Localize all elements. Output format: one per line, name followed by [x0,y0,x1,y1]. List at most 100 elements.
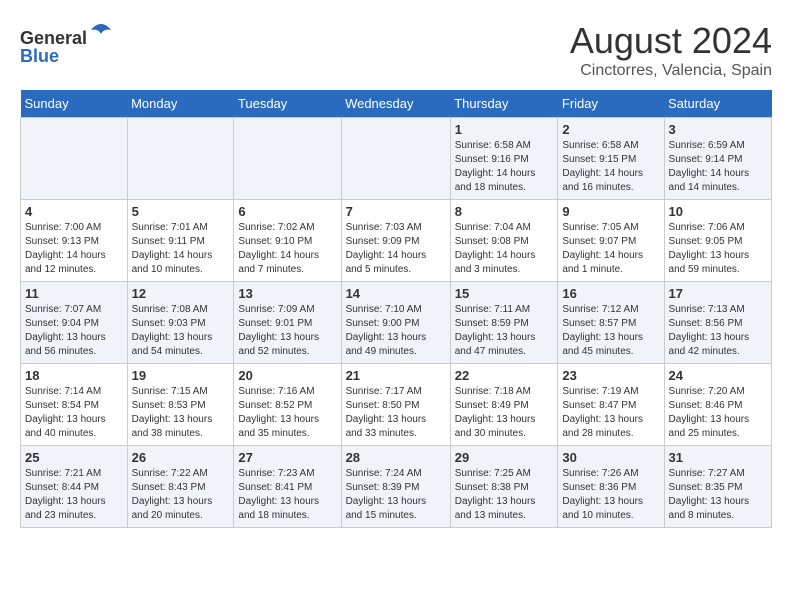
calendar-cell: 25Sunrise: 7:21 AM Sunset: 8:44 PM Dayli… [21,446,128,528]
day-number: 13 [238,286,336,301]
logo: General Blue [20,20,113,67]
day-number: 26 [132,450,230,465]
calendar-cell: 24 Sunrise: 7:20 AM Sunset: 8:46 PM Dayli… [664,364,771,446]
weekday-header-wednesday: Wednesday [341,90,450,118]
day-info: Sunrise: 7:18 AM Sunset: 8:49 PM Dayligh… [455,385,554,441]
day-number: 23 [562,368,659,383]
day-info: Sunrise: 7:15 AM Sunset: 8:53 PM Dayligh… [132,385,230,441]
calendar-cell: 20 Sunrise: 7:16 AM Sunset: 8:52 PM Dayli… [234,364,341,446]
calendar-cell [127,118,234,200]
weekday-header-sunday: Sunday [21,90,128,118]
day-info: Sunrise: 7:13 AM Sunset: 8:56 PM Dayligh… [669,303,767,359]
day-number: 19 [132,368,230,383]
calendar-cell: 22 Sunrise: 7:18 AM Sunset: 8:49 PM Dayli… [450,364,558,446]
day-number: 17 [669,286,767,301]
day-number: 21 [346,368,446,383]
day-info: Sunrise: 7:00 AM Sunset: 9:13 PM Dayligh… [25,221,123,277]
calendar-cell [341,118,450,200]
day-info: Sunrise: 7:11 AM Sunset: 8:59 PM Dayligh… [455,303,554,359]
day-info: Sunrise: 7:19 AM Sunset: 8:47 PM Dayligh… [562,385,659,441]
week-row-3: 11Sunrise: 7:07 AM Sunset: 9:04 PM Dayli… [21,282,772,364]
calendar-cell: 18 Sunrise: 7:14 AM Sunset: 8:54 PM Dayli… [21,364,128,446]
calendar-cell: 5 Sunrise: 7:01 AM Sunset: 9:11 PM Daylig… [127,200,234,282]
calendar-cell: 13Sunrise: 7:09 AM Sunset: 9:01 PM Dayli… [234,282,341,364]
day-info: Sunrise: 6:58 AM Sunset: 9:15 PM Dayligh… [562,139,659,195]
location: Cinctorres, Valencia, Spain [570,62,772,80]
day-info: Sunrise: 6:58 AM Sunset: 9:16 PM Dayligh… [455,139,554,195]
calendar-cell: 17 Sunrise: 7:13 AM Sunset: 8:56 PM Dayli… [664,282,771,364]
day-info: Sunrise: 7:06 AM Sunset: 9:05 PM Dayligh… [669,221,767,277]
day-info: Sunrise: 6:59 AM Sunset: 9:14 PM Dayligh… [669,139,767,195]
weekday-header-monday: Monday [127,90,234,118]
day-info: Sunrise: 7:16 AM Sunset: 8:52 PM Dayligh… [238,385,336,441]
weekday-header-saturday: Saturday [664,90,771,118]
day-number: 7 [346,204,446,219]
calendar-table: SundayMondayTuesdayWednesdayThursdayFrid… [20,90,772,528]
day-info: Sunrise: 7:25 AM Sunset: 8:38 PM Dayligh… [455,467,554,523]
calendar-cell: 14Sunrise: 7:10 AM Sunset: 9:00 PM Dayli… [341,282,450,364]
calendar-cell: 2 Sunrise: 6:58 AM Sunset: 9:15 PM Daylig… [558,118,664,200]
day-number: 22 [455,368,554,383]
day-info: Sunrise: 7:03 AM Sunset: 9:09 PM Dayligh… [346,221,446,277]
calendar-cell: 19 Sunrise: 7:15 AM Sunset: 8:53 PM Dayli… [127,364,234,446]
calendar-cell: 23 Sunrise: 7:19 AM Sunset: 8:47 PM Dayli… [558,364,664,446]
week-row-1: 1 Sunrise: 6:58 AM Sunset: 9:16 PM Daylig… [21,118,772,200]
calendar-cell: 26Sunrise: 7:22 AM Sunset: 8:43 PM Dayli… [127,446,234,528]
calendar-cell: 31 Sunrise: 7:27 AM Sunset: 8:35 PM Dayli… [664,446,771,528]
day-info: Sunrise: 7:27 AM Sunset: 8:35 PM Dayligh… [669,467,767,523]
day-number: 1 [455,122,554,137]
weekday-header-thursday: Thursday [450,90,558,118]
day-info: Sunrise: 7:01 AM Sunset: 9:11 PM Dayligh… [132,221,230,277]
day-number: 20 [238,368,336,383]
page-header: General Blue August 2024 Cinctorres, Val… [20,20,772,80]
calendar-cell: 1 Sunrise: 6:58 AM Sunset: 9:16 PM Daylig… [450,118,558,200]
day-number: 16 [562,286,659,301]
day-info: Sunrise: 7:17 AM Sunset: 8:50 PM Dayligh… [346,385,446,441]
day-info: Sunrise: 7:20 AM Sunset: 8:46 PM Dayligh… [669,385,767,441]
calendar-cell: 12Sunrise: 7:08 AM Sunset: 9:03 PM Dayli… [127,282,234,364]
title-block: August 2024 Cinctorres, Valencia, Spain [570,20,772,80]
calendar-cell: 28Sunrise: 7:24 AM Sunset: 8:39 PM Dayli… [341,446,450,528]
day-number: 3 [669,122,767,137]
calendar-cell: 29 Sunrise: 7:25 AM Sunset: 8:38 PM Dayli… [450,446,558,528]
day-number: 30 [562,450,659,465]
week-row-4: 18 Sunrise: 7:14 AM Sunset: 8:54 PM Dayli… [21,364,772,446]
calendar-cell: 8 Sunrise: 7:04 AM Sunset: 9:08 PM Daylig… [450,200,558,282]
week-row-2: 4Sunrise: 7:00 AM Sunset: 9:13 PM Daylig… [21,200,772,282]
day-info: Sunrise: 7:02 AM Sunset: 9:10 PM Dayligh… [238,221,336,277]
calendar-cell: 7 Sunrise: 7:03 AM Sunset: 9:09 PM Daylig… [341,200,450,282]
day-info: Sunrise: 7:23 AM Sunset: 8:41 PM Dayligh… [238,467,336,523]
day-info: Sunrise: 7:04 AM Sunset: 9:08 PM Dayligh… [455,221,554,277]
day-info: Sunrise: 7:24 AM Sunset: 8:39 PM Dayligh… [346,467,446,523]
day-number: 2 [562,122,659,137]
day-info: Sunrise: 7:12 AM Sunset: 8:57 PM Dayligh… [562,303,659,359]
day-number: 5 [132,204,230,219]
day-number: 31 [669,450,767,465]
calendar-cell: 4Sunrise: 7:00 AM Sunset: 9:13 PM Daylig… [21,200,128,282]
day-number: 8 [455,204,554,219]
weekday-header-row: SundayMondayTuesdayWednesdayThursdayFrid… [21,90,772,118]
day-number: 10 [669,204,767,219]
week-row-5: 25Sunrise: 7:21 AM Sunset: 8:44 PM Dayli… [21,446,772,528]
calendar-cell: 15 Sunrise: 7:11 AM Sunset: 8:59 PM Dayli… [450,282,558,364]
day-number: 25 [25,450,123,465]
calendar-cell: 3 Sunrise: 6:59 AM Sunset: 9:14 PM Daylig… [664,118,771,200]
day-number: 24 [669,368,767,383]
calendar-cell: 6 Sunrise: 7:02 AM Sunset: 9:10 PM Daylig… [234,200,341,282]
weekday-header-friday: Friday [558,90,664,118]
calendar-cell: 16 Sunrise: 7:12 AM Sunset: 8:57 PM Dayli… [558,282,664,364]
day-number: 18 [25,368,123,383]
day-number: 27 [238,450,336,465]
calendar-cell: 11Sunrise: 7:07 AM Sunset: 9:04 PM Dayli… [21,282,128,364]
calendar-cell: 27 Sunrise: 7:23 AM Sunset: 8:41 PM Dayli… [234,446,341,528]
day-number: 6 [238,204,336,219]
weekday-header-tuesday: Tuesday [234,90,341,118]
calendar-cell [21,118,128,200]
day-number: 29 [455,450,554,465]
day-info: Sunrise: 7:07 AM Sunset: 9:04 PM Dayligh… [25,303,123,359]
day-number: 15 [455,286,554,301]
calendar-cell: 10 Sunrise: 7:06 AM Sunset: 9:05 PM Dayli… [664,200,771,282]
calendar-cell: 30Sunrise: 7:26 AM Sunset: 8:36 PM Dayli… [558,446,664,528]
day-info: Sunrise: 7:14 AM Sunset: 8:54 PM Dayligh… [25,385,123,441]
logo-bird-icon [89,20,113,44]
